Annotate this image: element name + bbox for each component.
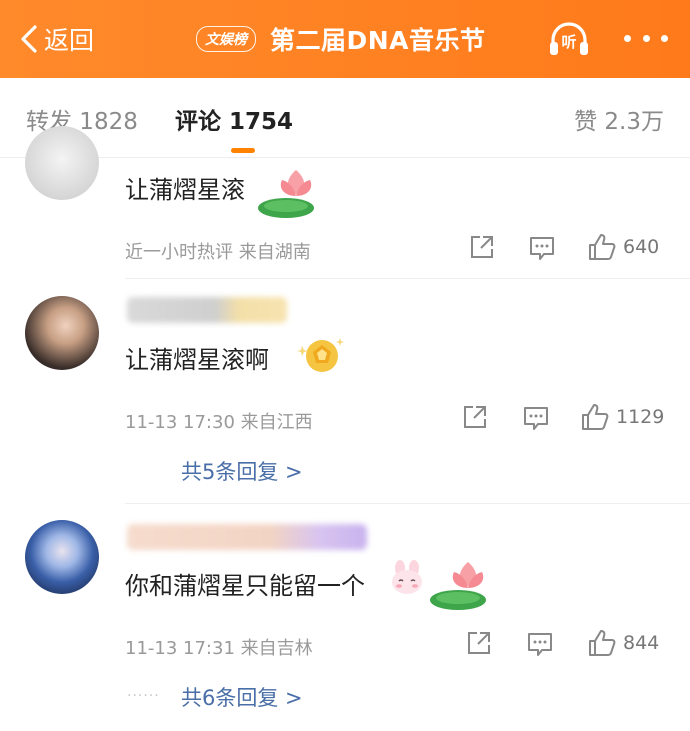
share-button[interactable] — [466, 630, 492, 656]
thumbs-up-icon — [589, 234, 616, 260]
comment-item: 让蒲熠星滚 近一小时热评 来自湖南 640 — [0, 126, 690, 280]
avatar[interactable] — [25, 520, 99, 594]
like-button[interactable]: 640 — [587, 232, 659, 262]
tab-bar: 转发 1828 评论 1754 赞 2.3万 — [0, 78, 690, 158]
like-count: 640 — [623, 236, 660, 258]
thumbs-up-icon — [582, 404, 609, 430]
avatar[interactable] — [25, 296, 99, 370]
comment-icon — [528, 633, 552, 656]
listen-button[interactable]: 听 — [547, 18, 591, 60]
lotus-sticker — [430, 562, 486, 610]
listen-label: 听 — [561, 33, 577, 51]
comment-button[interactable] — [526, 630, 554, 658]
divider — [125, 278, 690, 279]
share-button[interactable] — [462, 404, 488, 430]
title-area[interactable]: 文娱榜 第二届DNA音乐节 — [196, 20, 486, 58]
view-replies-link[interactable]: 共5条回复 > — [181, 456, 303, 486]
thumbs-up-icon — [589, 630, 616, 656]
more-dots-icon[interactable] — [624, 28, 668, 48]
chevron-left-icon — [21, 25, 37, 53]
view-replies-link[interactable]: 共6条回复 > — [181, 682, 303, 712]
comment-button[interactable] — [528, 234, 556, 262]
avatar[interactable] — [25, 126, 99, 200]
share-button[interactable] — [469, 234, 495, 260]
comment-text: 让蒲熠星滚啊 — [125, 346, 269, 374]
page-title: 第二届DNA音乐节 — [270, 26, 486, 55]
like-count: 1129 — [616, 406, 665, 428]
share-icon — [471, 236, 493, 258]
comment-icon — [524, 407, 548, 430]
entertainment-ranking-badge: 文娱榜 — [196, 26, 256, 52]
back-label: 返回 — [44, 26, 95, 55]
like-button[interactable]: 844 — [587, 628, 659, 658]
comment-text: 让蒲熠星滚 — [125, 176, 245, 204]
comment-item: 你和蒲熠星只能留一个 11-13 17:31 来自吉林 844 ······ 共… — [0, 504, 690, 731]
reply-dots: ······ — [127, 688, 160, 704]
comment-meta: 11-13 17:31 来自吉林 — [125, 638, 313, 659]
comment-item: 让蒲熠星滚啊 11-13 17:30 来自江西 1129 共5条回复 > — [0, 280, 690, 504]
comment-button[interactable] — [522, 404, 550, 432]
comment-icon — [530, 237, 554, 260]
username-blurred[interactable] — [127, 297, 287, 323]
comment-meta: 11-13 17:30 来自江西 — [125, 412, 313, 433]
comment-text: 你和蒲熠星只能留一个 — [125, 572, 365, 600]
comment-meta: 近一小时热评 来自湖南 — [125, 242, 311, 263]
like-button[interactable]: 1129 — [580, 402, 664, 432]
lotus-sticker — [258, 170, 314, 218]
back-button[interactable]: 返回 — [18, 20, 94, 58]
share-icon — [464, 406, 486, 428]
tab-comment[interactable]: 评论 1754 — [175, 102, 293, 136]
share-icon — [468, 632, 490, 654]
tab-like[interactable]: 赞 2.3万 — [574, 102, 664, 136]
active-tab-indicator — [231, 148, 255, 153]
username-blurred[interactable] — [127, 524, 367, 550]
bunny-sticker — [392, 560, 422, 594]
like-count: 844 — [623, 632, 660, 654]
top-bar: 返回 文娱榜 第二届DNA音乐节 听 — [0, 0, 690, 78]
gold-medal-sticker — [297, 338, 344, 372]
